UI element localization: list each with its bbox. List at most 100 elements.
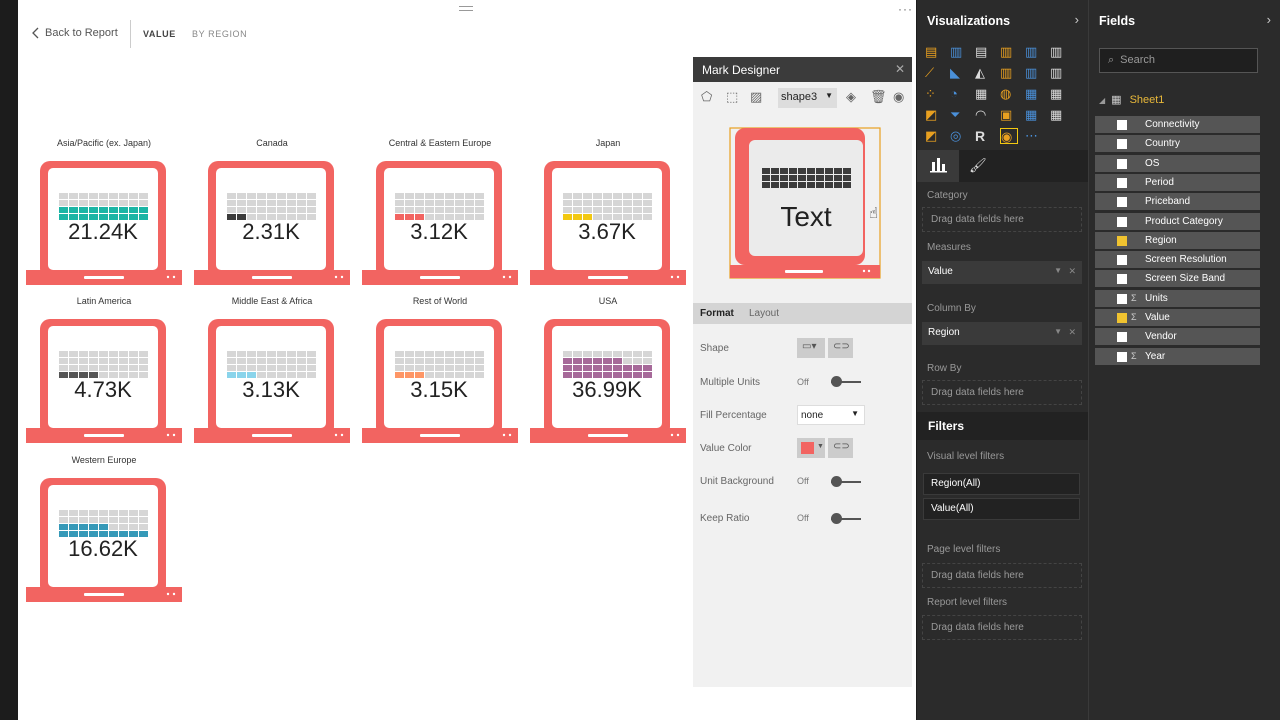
visual-type-icon[interactable]: ▤ <box>925 44 943 60</box>
frame-icon[interactable]: ⬚ <box>726 89 738 105</box>
keep-ratio-toggle[interactable] <box>831 513 861 524</box>
visual-type-icon[interactable]: ◉ <box>1000 128 1018 144</box>
fields-tab-icon[interactable] <box>917 150 959 182</box>
trash-icon[interactable]: 🗑 <box>870 89 887 105</box>
visual-type-icon[interactable]: ▥ <box>1050 44 1068 60</box>
field-item[interactable]: Screen Resolution <box>1095 251 1260 269</box>
drag-grip-icon[interactable] <box>459 6 473 11</box>
layers-icon[interactable]: ◈ <box>846 89 856 105</box>
field-checkbox[interactable] <box>1117 351 1127 362</box>
visual-type-icon[interactable]: ◭ <box>975 65 993 81</box>
field-checkbox[interactable] <box>1117 139 1127 150</box>
visual-type-icon[interactable]: ▦ <box>1025 86 1043 102</box>
field-checkbox[interactable] <box>1117 313 1127 323</box>
field-item[interactable]: Vendor <box>1095 328 1260 346</box>
value-color-picker[interactable]: ▼ <box>797 438 825 458</box>
visual-type-icon[interactable]: ◍ <box>1000 86 1018 102</box>
region-tile[interactable]: Central & Eastern Europe 3.12K <box>362 138 518 298</box>
visual-type-icon[interactable]: ⟋ <box>925 65 943 81</box>
field-item[interactable]: Screen Size Band <box>1095 270 1260 288</box>
visual-type-icon[interactable]: ▥ <box>1000 44 1018 60</box>
tab-format[interactable]: Format <box>700 308 734 319</box>
fill-percentage-select[interactable]: none ▼ <box>797 405 865 425</box>
measure-well[interactable]: Value ▼ ✕ <box>922 261 1082 284</box>
back-to-report-link[interactable]: Back to Report <box>31 27 118 39</box>
visual-type-icon[interactable]: ▦ <box>1025 107 1043 123</box>
visual-type-icon[interactable]: ▥ <box>950 44 968 60</box>
remove-icon[interactable]: ✕ <box>1068 327 1076 338</box>
visual-type-icon[interactable]: ⋯ <box>1025 128 1043 144</box>
report-filter-drop-zone[interactable]: Drag data fields here <box>922 615 1082 640</box>
region-tile[interactable]: Latin America 4.73K <box>26 296 182 456</box>
visual-type-icon[interactable]: ◔ <box>950 86 968 102</box>
field-checkbox[interactable] <box>1117 197 1127 208</box>
column-by-well[interactable]: Region ▼ ✕ <box>922 322 1082 345</box>
field-item[interactable]: Product Category <box>1095 212 1260 230</box>
visual-type-icon[interactable]: ▣ <box>1000 107 1018 123</box>
visual-type-icon[interactable]: ⁘ <box>925 86 943 102</box>
region-tile[interactable]: Canada 2.31K <box>194 138 350 298</box>
visual-type-icon[interactable]: R <box>975 128 993 144</box>
field-item[interactable]: Σ Units <box>1095 289 1260 307</box>
visual-type-icon[interactable]: ▥ <box>1000 65 1018 81</box>
dropdown-icon[interactable]: ▼ <box>1054 327 1062 336</box>
visual-type-icon[interactable]: ◩ <box>925 128 943 144</box>
chevron-right-icon[interactable]: › <box>1075 12 1079 27</box>
field-item[interactable]: Period <box>1095 173 1260 191</box>
shapes-icon[interactable]: ⬠ <box>701 89 712 105</box>
visual-type-icon[interactable]: ▥ <box>1050 65 1068 81</box>
field-item[interactable]: Connectivity <box>1095 116 1260 133</box>
tab-layout[interactable]: Layout <box>749 308 779 319</box>
field-checkbox[interactable] <box>1117 332 1127 343</box>
region-tile[interactable]: Western Europe 16.62K <box>26 455 182 615</box>
field-item[interactable]: OS <box>1095 154 1260 172</box>
field-checkbox[interactable] <box>1117 177 1127 188</box>
shape-picker[interactable]: ▭▾ <box>797 338 825 358</box>
link-icon[interactable]: ⊂⊃ <box>828 338 853 358</box>
shape-select[interactable]: shape3 ▼ <box>778 88 837 108</box>
eye-icon[interactable]: ◉ <box>893 89 904 105</box>
region-tile[interactable]: Rest of World 3.15K <box>362 296 518 456</box>
visual-type-icon[interactable]: ▥ <box>1025 44 1043 60</box>
search-input[interactable]: ⌕ Search <box>1099 48 1258 73</box>
expand-icon[interactable]: ◢ <box>1099 96 1105 105</box>
field-item[interactable]: Region <box>1095 231 1260 249</box>
visual-type-icon[interactable]: ▥ <box>1025 65 1043 81</box>
chevron-right-icon[interactable]: › <box>1267 12 1271 27</box>
mark-preview[interactable]: Text <box>729 127 881 279</box>
row-by-drop-zone[interactable]: Drag data fields here <box>922 380 1082 405</box>
remove-icon[interactable]: ✕ <box>1068 266 1076 277</box>
link-icon[interactable]: ⊂⊃ <box>828 438 853 458</box>
field-checkbox[interactable] <box>1117 158 1127 169</box>
visual-type-icon[interactable]: ▦ <box>1050 107 1068 123</box>
region-tile[interactable]: USA 36.99K <box>530 296 686 456</box>
field-checkbox[interactable] <box>1117 216 1127 227</box>
category-drop-zone[interactable]: Drag data fields here <box>922 207 1082 232</box>
format-brush-icon[interactable]: 🖌 <box>969 157 987 174</box>
close-icon[interactable]: ✕ <box>895 62 905 76</box>
image-icon[interactable]: ▨ <box>750 89 762 105</box>
page-filter-drop-zone[interactable]: Drag data fields here <box>922 563 1082 588</box>
region-tile[interactable]: Asia/Pacific (ex. Japan) 21.24K <box>26 138 182 298</box>
region-tile[interactable]: Japan 3.67K <box>530 138 686 298</box>
field-item[interactable]: Priceband <box>1095 193 1260 211</box>
field-checkbox[interactable] <box>1117 120 1127 130</box>
visual-type-icon[interactable]: ◣ <box>950 65 968 81</box>
filter-region[interactable]: Region(All) <box>923 473 1080 495</box>
field-checkbox[interactable] <box>1117 274 1127 285</box>
breadcrumb-value[interactable]: VALUE <box>143 29 176 39</box>
table-sheet1[interactable]: ◢ ▦ Sheet1 <box>1099 93 1164 106</box>
field-checkbox[interactable] <box>1117 235 1127 246</box>
filter-value[interactable]: Value(All) <box>923 498 1080 520</box>
visual-type-icon[interactable]: ◩ <box>925 107 943 123</box>
more-options-icon[interactable]: ··· <box>898 2 913 16</box>
dropdown-icon[interactable]: ▼ <box>1054 266 1062 275</box>
field-checkbox[interactable] <box>1117 293 1127 304</box>
visual-type-icon[interactable]: ◎ <box>950 128 968 144</box>
multiple-units-toggle[interactable] <box>831 376 861 387</box>
field-item[interactable]: Σ Year <box>1095 347 1260 365</box>
visual-type-icon[interactable]: ▦ <box>1050 86 1068 102</box>
field-item[interactable]: Country <box>1095 135 1260 153</box>
visual-type-icon[interactable]: ▦ <box>975 86 993 102</box>
breadcrumb-region[interactable]: BY REGION <box>192 29 247 39</box>
